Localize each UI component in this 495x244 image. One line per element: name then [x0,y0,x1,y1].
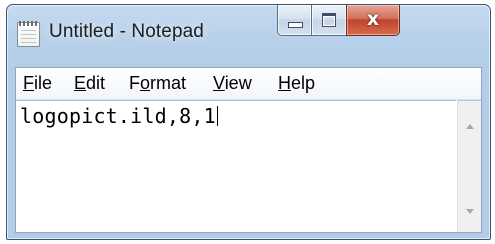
minimize-icon [288,22,303,28]
vertical-scrollbar[interactable] [457,100,481,232]
notepad-icon[interactable] [17,21,40,47]
menu-format-prefix: F [129,73,140,93]
text-caret [216,106,218,126]
menu-format[interactable]: Format [129,73,186,94]
menu-format-accelerator: o [140,73,151,93]
window-title: Untitled - Notepad [49,21,204,42]
menu-help-accelerator: H [278,73,291,93]
client-area: File Edit Format View Help logopict.ild,… [15,67,482,233]
menu-edit-accelerator: E [74,73,87,93]
menu-file-accelerator: F [23,73,34,93]
text-editor[interactable]: logopict.ild,8,1 [16,100,456,232]
caption-buttons: x [277,5,490,36]
menu-edit-label: dit [86,73,106,93]
maximize-icon [322,13,336,27]
menu-view-accelerator: V [213,73,225,93]
notepad-window: Untitled - Notepad x File Edit Format Vi… [6,4,491,240]
close-button[interactable]: x [346,5,400,36]
notepad-icon-lines [21,30,36,43]
maximize-button[interactable] [311,5,347,36]
editor-text: logopict.ild,8,1 [20,104,216,128]
menu-help-label: elp [291,73,316,93]
editor-content[interactable]: logopict.ild,8,1 [20,104,218,128]
menu-file[interactable]: File [23,73,52,94]
notepad-icon-rings [19,21,38,26]
scroll-up-arrow-icon[interactable] [466,124,474,129]
title-bar[interactable]: Untitled - Notepad x [7,5,490,67]
menu-view-label: iew [224,73,252,93]
close-icon: x [366,8,380,30]
menu-view[interactable]: View [213,73,252,94]
menu-file-label: ile [34,73,53,93]
scroll-down-arrow-icon[interactable] [466,209,474,214]
menu-format-label: rmat [150,73,187,93]
menu-edit[interactable]: Edit [74,73,105,94]
menu-help[interactable]: Help [278,73,315,94]
menu-bar: File Edit Format View Help [16,68,481,100]
minimize-button[interactable] [277,5,312,36]
